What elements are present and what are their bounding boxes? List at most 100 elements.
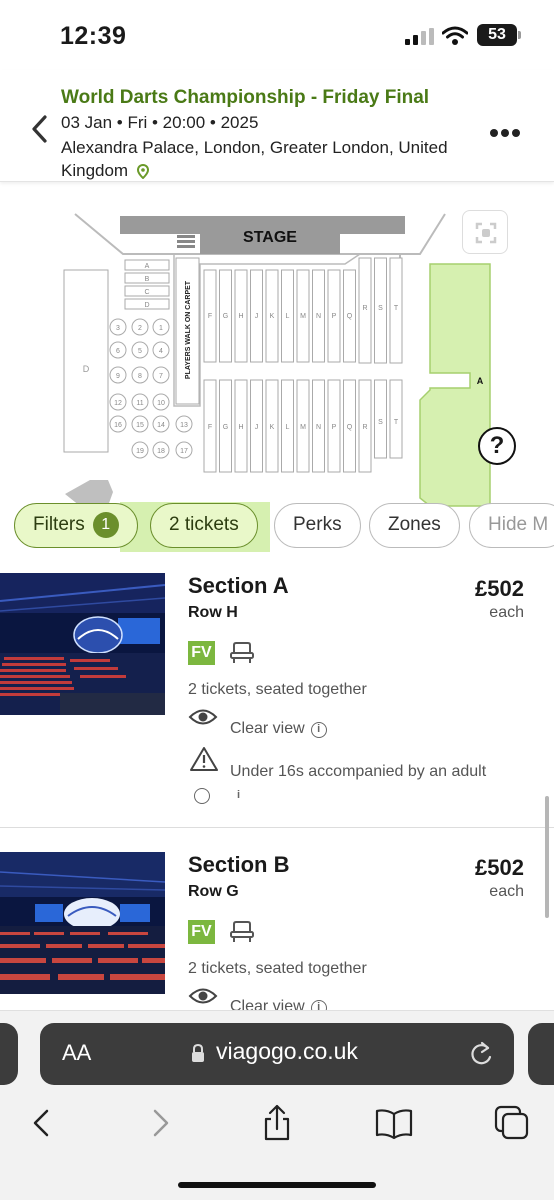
url-text: viagogo.co.uk xyxy=(216,1038,358,1064)
row-j-lower[interactable]: J xyxy=(250,379,263,473)
browser-back-icon[interactable] xyxy=(21,1103,61,1143)
bookmarks-icon[interactable] xyxy=(374,1103,414,1143)
more-options-icon[interactable] xyxy=(489,128,521,138)
svg-text:R: R xyxy=(362,424,367,431)
svg-text:R: R xyxy=(362,305,367,312)
filters-count-badge: 1 xyxy=(92,512,119,538)
svg-text:F: F xyxy=(208,424,212,431)
next-tab-preview[interactable] xyxy=(528,1023,554,1085)
row-m-upper[interactable]: M xyxy=(296,269,310,363)
browser-forward-icon[interactable] xyxy=(141,1103,181,1143)
block-d[interactable] xyxy=(63,269,109,453)
row-l-upper[interactable]: L xyxy=(281,269,294,363)
svg-text:K: K xyxy=(270,424,275,431)
seating-info: 2 tickets, seated together xyxy=(188,681,367,698)
row-h-upper[interactable]: H xyxy=(234,269,248,363)
row-p-lower[interactable]: P xyxy=(327,379,341,473)
table-5[interactable]: 5 xyxy=(131,341,149,359)
svg-text:H: H xyxy=(238,313,243,320)
perks-chip[interactable]: Perks xyxy=(274,503,361,548)
row-g-lower[interactable]: G xyxy=(219,379,232,473)
row-j-upper[interactable]: J xyxy=(250,269,263,363)
event-venue[interactable]: Alexandra Palace, London, Greater London… xyxy=(61,136,481,182)
table-10[interactable]: 10 xyxy=(152,393,170,411)
row-s-lower[interactable]: S xyxy=(374,379,387,459)
previous-tab-preview[interactable] xyxy=(0,1023,18,1085)
table-16[interactable]: 16 xyxy=(109,415,127,433)
address-bar[interactable]: AA viagogo.co.uk xyxy=(40,1023,514,1085)
front-row-d[interactable]: D xyxy=(124,298,170,310)
row-g-upper[interactable]: G xyxy=(219,269,232,363)
front-row-b[interactable]: B xyxy=(124,272,170,284)
table-13[interactable]: 13 xyxy=(175,415,193,433)
view-info-text: Clear view xyxy=(230,998,305,1010)
table-2[interactable]: 2 xyxy=(131,318,149,336)
svg-text:7: 7 xyxy=(159,373,163,380)
svg-text:3: 3 xyxy=(116,325,120,332)
row-h-lower[interactable]: H xyxy=(234,379,248,473)
row-n-lower[interactable]: N xyxy=(312,379,325,473)
table-14[interactable]: 14 xyxy=(152,415,170,433)
table-7[interactable]: 7 xyxy=(152,366,170,384)
row-t-upper[interactable]: T xyxy=(389,257,403,364)
table-17[interactable]: 17 xyxy=(175,441,193,459)
front-row-a[interactable]: A xyxy=(124,259,170,271)
tabs-icon[interactable] xyxy=(492,1103,532,1143)
svg-text:16: 16 xyxy=(114,422,122,429)
row-q-upper[interactable]: Q xyxy=(343,269,356,363)
row-r-lower[interactable]: R xyxy=(358,379,372,473)
row-f-lower[interactable]: F xyxy=(203,379,217,473)
eye-icon xyxy=(188,709,218,725)
table-12[interactable]: 12 xyxy=(109,393,127,411)
row-t-lower[interactable]: T xyxy=(389,379,403,459)
table-11[interactable]: 11 xyxy=(131,393,149,411)
fv-badge: FV xyxy=(188,920,215,944)
svg-text:15: 15 xyxy=(136,422,144,429)
back-chevron-icon[interactable] xyxy=(28,114,52,144)
table-9[interactable]: 9 xyxy=(109,366,127,384)
share-icon[interactable] xyxy=(257,1103,297,1143)
table-6[interactable]: 6 xyxy=(109,341,127,359)
tickets-chip[interactable]: 2 tickets xyxy=(150,503,258,548)
row-f-upper[interactable]: F xyxy=(203,269,217,363)
restriction-text: Under 16s accompanied by an adult xyxy=(230,763,487,780)
row-k-upper[interactable]: K xyxy=(265,269,279,363)
row-n-upper[interactable]: N xyxy=(312,269,325,363)
info-icon[interactable]: i xyxy=(310,722,327,738)
seat-map[interactable]: STAGE PLAYERS WALK ON CARPET D ABCD 1234… xyxy=(0,200,554,555)
row-l-lower[interactable]: L xyxy=(281,379,294,473)
section-name: Section A xyxy=(188,573,289,598)
fullscreen-icon xyxy=(475,222,497,244)
row-m-lower[interactable]: M xyxy=(296,379,310,473)
scroll-indicator[interactable] xyxy=(545,796,549,918)
front-row-c[interactable]: C xyxy=(124,285,170,297)
table-1[interactable]: 1 xyxy=(152,318,170,336)
fullscreen-button[interactable] xyxy=(462,210,508,254)
map-help-button[interactable]: ? xyxy=(478,427,516,465)
wifi-icon xyxy=(442,26,468,45)
info-icon[interactable]: i xyxy=(194,788,240,804)
svg-text:12: 12 xyxy=(114,400,122,407)
row-q-lower[interactable]: Q xyxy=(343,379,356,473)
row-k-lower[interactable]: K xyxy=(265,379,279,473)
listing-divider xyxy=(0,827,554,828)
svg-text:G: G xyxy=(223,424,228,431)
row-name: Row G xyxy=(188,883,239,900)
table-15[interactable]: 15 xyxy=(131,415,149,433)
filters-chip[interactable]: Filters 1 xyxy=(14,503,138,548)
info-icon[interactable]: i xyxy=(310,1000,327,1010)
table-18[interactable]: 18 xyxy=(152,441,170,459)
svg-text:T: T xyxy=(394,419,399,426)
zones-chip[interactable]: Zones xyxy=(369,503,460,548)
hide-chip[interactable]: Hide M xyxy=(469,503,554,548)
table-3[interactable]: 3 xyxy=(109,318,127,336)
lock-icon xyxy=(192,1043,204,1062)
row-p-upper[interactable]: P xyxy=(327,269,341,363)
table-4[interactable]: 4 xyxy=(152,341,170,359)
table-8[interactable]: 8 xyxy=(131,366,149,384)
reader-options-button[interactable]: AA xyxy=(62,1040,91,1066)
row-s-upper[interactable]: S xyxy=(374,257,387,364)
row-r-upper[interactable]: R xyxy=(358,257,372,364)
reload-icon[interactable] xyxy=(468,1040,494,1068)
table-19[interactable]: 19 xyxy=(131,441,149,459)
